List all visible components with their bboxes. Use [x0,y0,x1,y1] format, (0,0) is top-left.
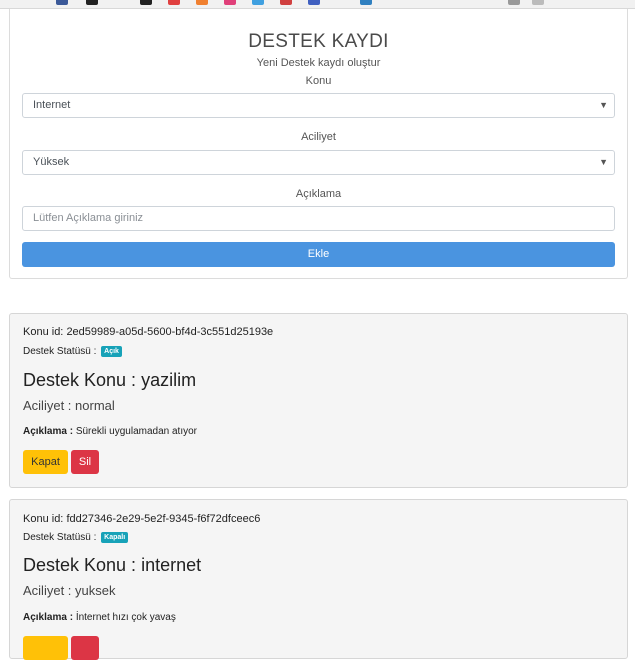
topic-select[interactable]: Internet ▼ [22,93,615,118]
description-placeholder: Lütfen Açıklama giriniz [33,212,144,224]
topic-select-value: Internet [33,99,71,111]
ticket-status-label: Destek Statüsü : [23,346,97,358]
bookmark-icon[interactable] [196,0,208,5]
bookmark-icon[interactable] [308,0,320,5]
ticket-topic-label: Destek Konu : [23,370,137,390]
priority-label: Aciliyet [301,131,336,143]
ticket-description: Açıklama : İnternet hızı çok yavaş [23,612,176,623]
form-title: DESTEK KAYDI [248,31,389,52]
priority-select[interactable]: Yüksek ▼ [22,150,615,175]
ticket-priority-value: normal [75,398,115,413]
ticket-description-label: Açıklama : [23,426,74,437]
support-form: DESTEK KAYDI Yeni Destek kaydı oluştur K… [9,9,628,279]
chevron-down-icon: ▼ [599,157,608,167]
ticket-description-value: İnternet hızı çok yavaş [75,612,176,623]
ticket-topic: Destek Konu : internet [23,555,201,576]
ticket-status: Destek Statüsü : Kapalı [23,532,129,544]
delete-ticket-button[interactable]: Sil [71,450,99,474]
ticket-priority-value: yuksek [75,583,116,598]
ticket-id-label: Konu id: [23,513,64,525]
ticket-card: Konu id: 2ed59989-a05d-5600-bf4d-3c551d2… [9,313,628,488]
ticket-priority: Aciliyet : normal [23,398,115,413]
close-ticket-button[interactable] [23,636,68,660]
ticket-priority-label: Aciliyet : [23,398,72,413]
priority-select-value: Yüksek [33,156,70,168]
description-input[interactable]: Lütfen Açıklama giriniz [22,206,615,231]
description-label: Açıklama [295,188,342,200]
bookmark-icon[interactable] [86,0,98,5]
status-badge: Kapalı [101,532,129,543]
topic-label: Konu [305,75,332,87]
add-button[interactable]: Ekle [22,242,615,267]
form-subtitle: Yeni Destek kaydı oluştur [256,57,381,69]
bookmark-icon[interactable] [532,0,544,5]
ticket-description: Açıklama : Sürekli uygulamadan atıyor [23,426,197,437]
ticket-topic-value: internet [141,555,202,575]
close-ticket-button[interactable]: Kapat [23,450,68,474]
ticket-id: Konu id: fdd27346-2e29-5e2f-9345-f6f72df… [23,513,260,525]
ticket-topic: Destek Konu : yazilim [23,370,196,391]
ticket-status: Destek Statüsü : Açık [23,346,122,357]
ticket-card: Konu id: fdd27346-2e29-5e2f-9345-f6f72df… [9,499,628,660]
ticket-description-label: Açıklama : [23,612,74,623]
ticket-topic-label: Destek Konu : [23,555,137,575]
bookmark-icon[interactable] [168,0,180,5]
bookmark-icon[interactable] [360,0,372,5]
ticket-id-label: Konu id: [23,326,64,338]
ticket-priority: Aciliyet : yuksek [23,583,116,598]
ticket-id-value: 2ed59989-a05d-5600-bf4d-3c551d25193e [66,326,274,338]
delete-ticket-button[interactable] [71,636,99,660]
bookmark-icon[interactable] [224,0,236,5]
chevron-down-icon: ▼ [599,100,608,110]
ticket-description-value: Sürekli uygulamadan atıyor [75,426,197,437]
ticket-id-value: fdd27346-2e29-5e2f-9345-f6f72dfceec6 [66,513,261,525]
status-badge: Açık [101,346,122,357]
bookmark-icon[interactable] [280,0,292,5]
bookmark-icon[interactable] [140,0,152,5]
bookmark-icon[interactable] [508,0,520,5]
ticket-id: Konu id: 2ed59989-a05d-5600-bf4d-3c551d2… [23,326,273,338]
ticket-status-label: Destek Statüsü : [23,532,97,544]
bookmark-icon[interactable] [252,0,264,5]
browser-bookmarks-bar [0,0,635,9]
ticket-topic-value: yazilim [141,370,197,390]
ticket-priority-label: Aciliyet : [23,583,72,598]
bookmark-icon[interactable] [56,0,68,5]
